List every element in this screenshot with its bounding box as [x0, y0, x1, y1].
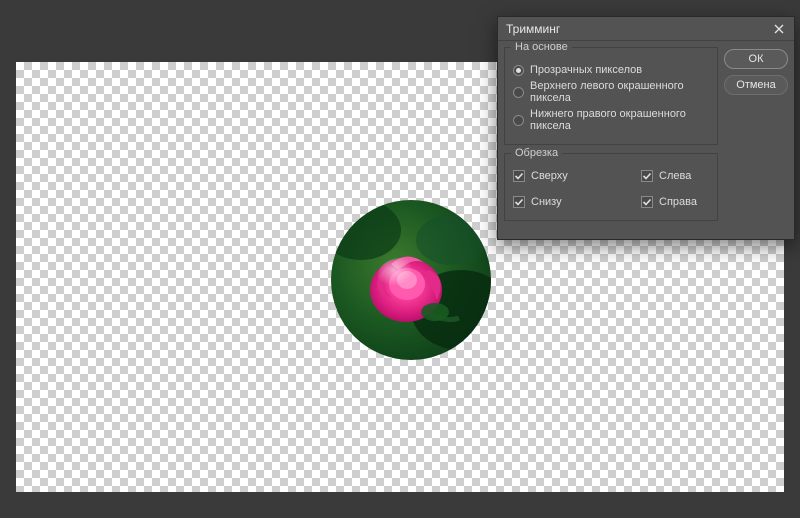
dialog-titlebar[interactable]: Тримминг — [498, 17, 794, 41]
dialog-title: Тримминг — [506, 22, 560, 36]
radio-bottom-right-pixel[interactable]: Нижнего правого окрашенного пиксела — [513, 108, 709, 132]
checkbox-icon — [513, 170, 525, 182]
radio-icon — [513, 115, 524, 126]
ok-button[interactable]: ОК — [724, 49, 788, 69]
radio-label: Нижнего правого окрашенного пиксела — [530, 108, 709, 132]
group-crop: Обрезка Сверху Слева — [504, 153, 718, 221]
checkbox-icon — [641, 170, 653, 182]
check-left[interactable]: Слева — [641, 170, 709, 182]
radio-label: Верхнего левого окрашенного пиксела — [530, 80, 709, 104]
radio-label: Прозрачных пикселов — [530, 64, 642, 76]
radio-icon — [513, 87, 524, 98]
close-icon[interactable] — [772, 22, 786, 36]
group-legend: На основе — [511, 41, 572, 53]
checkbox-icon — [641, 196, 653, 208]
check-label: Снизу — [531, 196, 562, 208]
check-right[interactable]: Справа — [641, 196, 709, 208]
radio-top-left-pixel[interactable]: Верхнего левого окрашенного пиксела — [513, 80, 709, 104]
check-top[interactable]: Сверху — [513, 170, 581, 182]
check-label: Слева — [659, 170, 691, 182]
check-bottom[interactable]: Снизу — [513, 196, 581, 208]
radio-icon — [513, 65, 524, 76]
canvas-image-rose — [331, 200, 491, 360]
radio-transparent-pixels[interactable]: Прозрачных пикселов — [513, 64, 709, 76]
check-label: Справа — [659, 196, 697, 208]
checkbox-icon — [513, 196, 525, 208]
cancel-button[interactable]: Отмена — [724, 75, 788, 95]
trim-dialog: Тримминг На основе Прозрачных пикселов В… — [497, 16, 795, 240]
check-label: Сверху — [531, 170, 568, 182]
group-based-on: На основе Прозрачных пикселов Верхнего л… — [504, 47, 718, 145]
group-legend: Обрезка — [511, 147, 562, 159]
